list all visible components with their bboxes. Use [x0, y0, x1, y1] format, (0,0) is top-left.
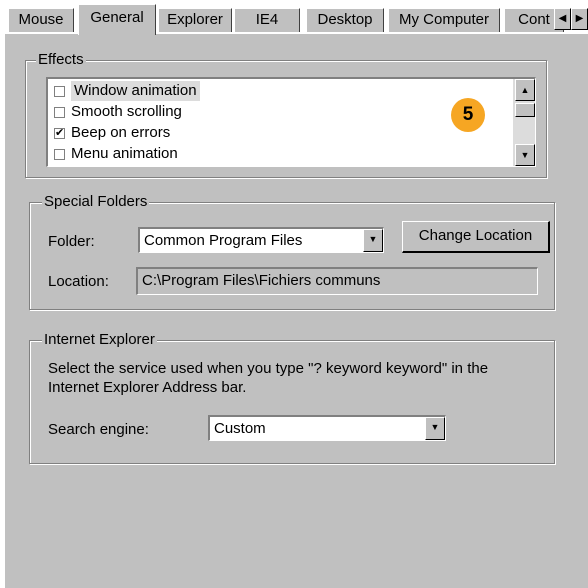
search-engine-label: Search engine: [48, 421, 149, 438]
effects-item-menu-animation[interactable]: Menu animation [54, 144, 178, 164]
search-engine-value: Custom [214, 420, 266, 437]
effects-item-beep-on-errors[interactable]: ✔ Beep on errors [54, 123, 170, 143]
location-label: Location: [48, 273, 109, 290]
general-tab-panel: Effects Window animation Smooth scrollin… [4, 33, 588, 588]
search-engine-dropdown[interactable]: Custom ▼ [208, 415, 446, 441]
internet-explorer-description: Select the service used when you type "?… [48, 359, 552, 397]
effects-item-label: Beep on errors [71, 124, 171, 141]
tab-strip: Mouse General Explorer IE4 Desktop My Co… [0, 0, 588, 35]
chevron-down-icon[interactable]: ▼ [363, 229, 383, 252]
tab-general[interactable]: General [78, 4, 156, 35]
folder-dropdown-value: Common Program Files [144, 232, 303, 249]
effects-item-label: Window animation [71, 81, 200, 101]
scroll-down-icon[interactable]: ▼ [515, 144, 535, 166]
description-line-1: Select the service used when you type "?… [48, 360, 489, 377]
change-location-button[interactable]: Change Location [402, 221, 550, 253]
checkbox-menu-animation[interactable] [54, 148, 65, 160]
tab-mouse[interactable]: Mouse [8, 8, 74, 32]
location-field[interactable]: C:\Program Files\Fichiers communs [136, 267, 538, 295]
special-folders-title: Special Folders [42, 193, 150, 210]
checkbox-smooth-scrolling[interactable] [54, 106, 65, 118]
effects-scrollbar[interactable]: ▲ ▼ [513, 79, 535, 166]
internet-explorer-title: Internet Explorer [42, 331, 157, 348]
effects-title: Effects [36, 51, 86, 68]
folder-dropdown[interactable]: Common Program Files ▼ [138, 227, 384, 253]
effects-item-smooth-scrolling[interactable]: Smooth scrolling [54, 102, 182, 122]
description-line-2: Internet Explorer Address bar. [48, 379, 247, 396]
effects-item-label: Smooth scrolling [71, 103, 182, 120]
tab-desktop[interactable]: Desktop [306, 8, 384, 32]
checkbox-beep-on-errors[interactable]: ✔ [54, 127, 65, 139]
effects-item-label: Menu animation [71, 145, 178, 162]
tab-scroll-arrows: ◀ ▶ [554, 8, 588, 30]
callout-badge: 5 [451, 98, 485, 132]
scroll-up-icon[interactable]: ▲ [515, 79, 535, 101]
checkbox-window-animation[interactable] [54, 85, 65, 97]
location-value: C:\Program Files\Fichiers communs [142, 272, 381, 289]
tab-explorer[interactable]: Explorer [158, 8, 232, 32]
folder-label: Folder: [48, 233, 95, 250]
scroll-thumb[interactable] [515, 103, 535, 117]
tab-scroll-right-icon[interactable]: ▶ [571, 8, 588, 30]
tab-my-computer[interactable]: My Computer [388, 8, 500, 32]
tab-scroll-left-icon[interactable]: ◀ [554, 8, 571, 30]
internet-explorer-group: Internet Explorer Select the service use… [29, 332, 555, 464]
tab-ie4[interactable]: IE4 [234, 8, 300, 32]
special-folders-group: Special Folders Folder: Common Program F… [29, 194, 555, 310]
chevron-down-icon[interactable]: ▼ [425, 417, 445, 440]
effects-item-window-animation[interactable]: Window animation [54, 81, 200, 101]
